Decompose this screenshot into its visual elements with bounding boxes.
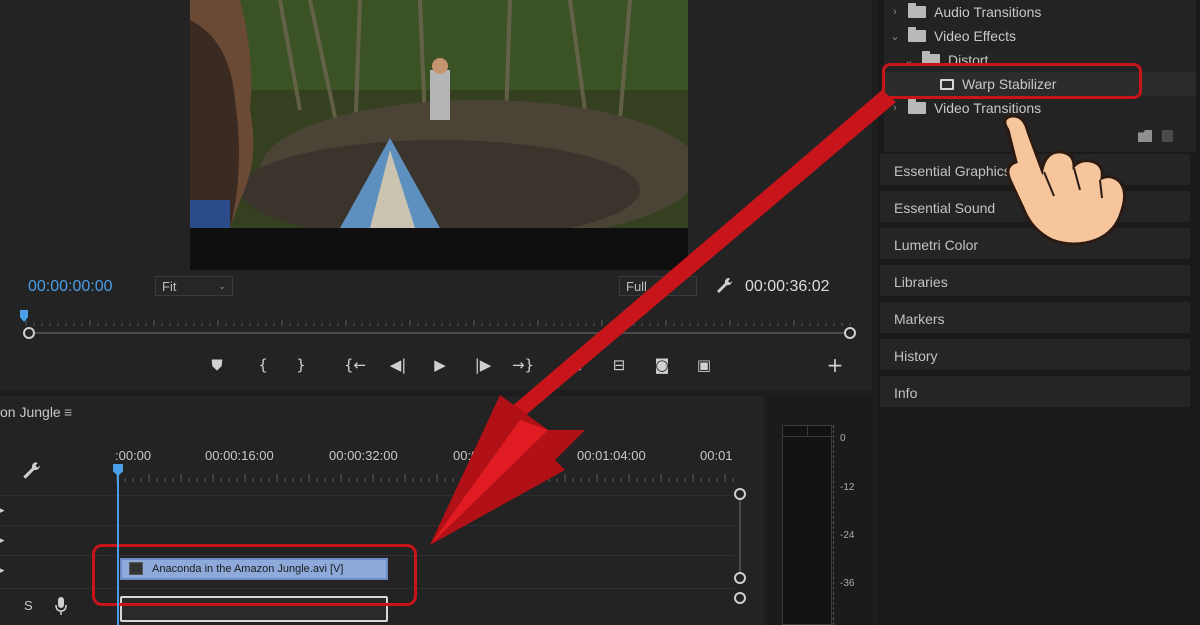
effects-footer [1138,130,1173,142]
chevron-right-icon[interactable]: ▸ [0,535,6,545]
new-bin-icon[interactable] [1138,130,1152,142]
folder-icon [908,3,926,18]
scroll-handle-top[interactable] [734,488,746,500]
microphone-icon[interactable] [54,596,68,616]
zoom-select-value: Fit [162,278,177,294]
sequence-tab[interactable]: on Jungle [0,404,61,420]
button-editor-add[interactable]: + [823,353,847,377]
video-letterbox [190,228,688,270]
step-back-button[interactable]: ◀| [386,354,410,376]
current-timecode[interactable]: 00:00:00:00 [28,278,113,296]
pointing-hand-icon [1003,114,1127,246]
extract-button[interactable]: ⊟ [607,354,631,376]
folder-icon [908,27,926,42]
chevron-right-icon[interactable]: ▸ [0,505,6,515]
playhead-line [117,474,119,625]
scroll-handle-bottom[interactable] [734,572,746,584]
mark-in-button[interactable]: { [251,354,275,376]
step-forward-button[interactable]: |▶ [471,354,495,376]
resolution-select[interactable]: Full [619,276,697,296]
go-to-in-button[interactable]: {← [343,354,367,376]
panel-history[interactable]: History [880,339,1190,373]
chevron-right-icon[interactable]: › [888,6,902,18]
zoom-handle-left[interactable] [23,327,35,339]
highlight-outline [882,63,1142,99]
panel-menu-icon[interactable]: ≡ [64,404,72,420]
trash-icon[interactable] [1162,130,1173,142]
chevron-right-icon[interactable]: › [888,102,902,114]
export-frame-button[interactable]: ◙ [650,354,674,376]
video-preview [190,0,688,228]
monitor-time-ruler[interactable] [22,312,854,326]
db-label: -12 [840,482,855,493]
tree-item-label: Video Effects [934,28,1016,44]
db-label: -24 [840,530,855,541]
panel-libraries[interactable]: Libraries [880,265,1190,299]
ruler-label: 00:00:32:00 [329,448,398,463]
ruler-label: :00:00 [115,448,152,463]
mark-out-button[interactable]: } [289,354,313,376]
track-divider [0,525,735,526]
monitor-zoom-track[interactable] [30,332,850,334]
highlight-outline [92,544,417,606]
timeline-ruler[interactable] [115,466,735,482]
zoom-handle-right[interactable] [844,327,856,339]
db-label: -36 [840,578,855,589]
panel-markers[interactable]: Markers [880,302,1190,336]
ruler-label: 00:01 [700,448,733,463]
chevron-down-icon: ⌄ [218,280,226,291]
wrench-icon[interactable] [714,276,734,296]
solo-track-button[interactable]: S [24,598,33,613]
wrench-icon[interactable] [20,460,42,482]
tree-item-audio-transitions[interactable]: › Audio Transitions [884,0,1196,24]
audio-meter-bar [782,425,832,625]
ruler-label: 00:00:16:00 [205,448,274,463]
chevron-right-icon[interactable]: ▸ [0,565,6,575]
tree-item-video-effects[interactable]: ⌄ Video Effects [884,24,1196,48]
ruler-label: 00:01:04:00 [577,448,646,463]
add-marker-button[interactable]: ⛊ [205,354,229,376]
db-label: 0 [840,433,846,444]
duration-timecode: 00:00:36:02 [745,278,830,295]
vertical-zoom-track[interactable] [739,495,741,575]
folder-icon [908,99,926,114]
tree-item-label: Audio Transitions [934,4,1042,20]
video-frame-image [190,0,688,228]
lift-button[interactable]: ⊞ [564,354,588,376]
chevron-down-icon[interactable]: ⌄ [888,30,902,43]
play-button[interactable]: ▶ [428,354,452,376]
meter-scale-line [833,425,834,625]
zoom-select[interactable]: Fit ⌄ [155,276,233,296]
go-to-out-button[interactable]: →} [511,354,535,376]
scroll-handle-audio[interactable] [734,592,746,604]
comparison-view-button[interactable]: ▣ [692,354,716,376]
panel-info[interactable]: Info [880,376,1190,410]
track-divider [0,495,735,496]
ruler-label: 00:00:4 [453,448,497,463]
resolution-select-value: Full [626,278,647,294]
